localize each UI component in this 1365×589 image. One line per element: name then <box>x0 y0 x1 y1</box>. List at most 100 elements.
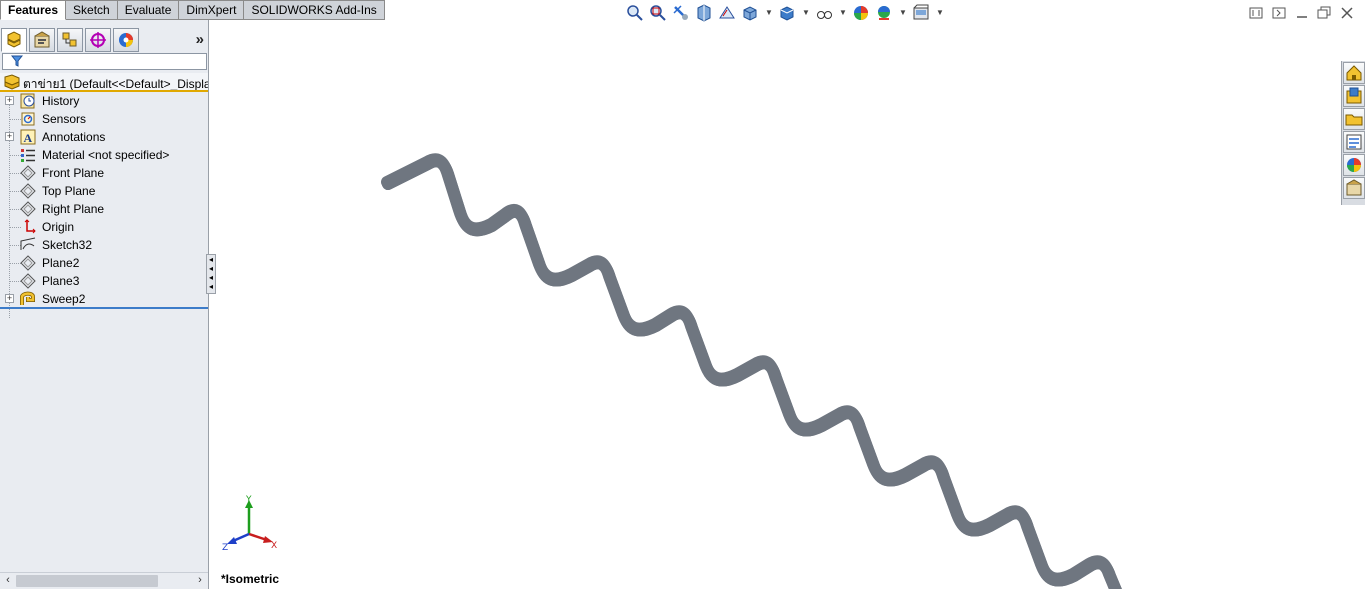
reference-triad: Y X Z <box>222 495 277 553</box>
minimize-icon[interactable] <box>1295 6 1309 20</box>
tree-item-front-plane[interactable]: Front Plane <box>0 164 208 182</box>
triad-y-label: Y <box>245 495 252 505</box>
svg-text:A: A <box>24 131 33 145</box>
more-tabs-icon[interactable]: » <box>196 31 204 48</box>
panel-tabs: » <box>0 28 208 52</box>
graphics-area[interactable] <box>210 20 1341 589</box>
dimxpertmanager-icon[interactable] <box>85 28 111 52</box>
tree-item-label: Front Plane <box>42 166 105 180</box>
tree-item-label: Annotations <box>42 130 106 144</box>
triad-z-label: Z <box>222 543 228 553</box>
scroll-right-icon[interactable]: › <box>193 573 207 589</box>
tree-item-plane3[interactable]: Plane3 <box>0 272 208 290</box>
restore-icon[interactable] <box>1317 6 1331 20</box>
zoom-to-area-icon[interactable] <box>649 4 667 22</box>
chevron-down-icon[interactable]: ▼ <box>899 8 907 17</box>
sweep-icon <box>20 291 35 305</box>
tab-dimxpert[interactable]: DimXpert <box>179 0 245 20</box>
view-settings-icon[interactable] <box>912 4 930 22</box>
feature-filter-input[interactable] <box>2 53 207 70</box>
tree-item-label: Sketch32 <box>42 238 93 252</box>
expand-icon[interactable]: + <box>5 294 14 303</box>
tree-item-origin[interactable]: Origin <box>0 218 208 236</box>
plane-icon <box>20 183 36 199</box>
custom-properties-icon[interactable] <box>1343 177 1365 199</box>
scroll-left-icon[interactable]: ‹ <box>1 573 15 589</box>
view-orientation-label: *Isometric <box>221 572 280 586</box>
file-explorer-icon[interactable] <box>1343 108 1365 130</box>
view-orientation-icon[interactable] <box>741 4 759 22</box>
propertymanager-icon[interactable] <box>29 28 55 52</box>
sketch-icon <box>20 237 36 250</box>
plane-icon <box>20 201 36 217</box>
tree-item-label: Plane3 <box>42 274 80 288</box>
triad-x-label: X <box>271 541 277 551</box>
tree-item-label: Right Plane <box>42 202 105 216</box>
section-view-icon[interactable] <box>695 4 713 22</box>
swept-wire-model[interactable] <box>387 159 1120 589</box>
part-icon <box>4 74 20 90</box>
chevron-down-icon[interactable]: ▼ <box>802 8 810 17</box>
tile-vertical-icon[interactable] <box>1272 6 1286 20</box>
tree-item-top-plane[interactable]: Top Plane <box>0 182 208 200</box>
design-library-icon[interactable] <box>1343 85 1365 107</box>
annotations-icon: A <box>20 129 36 145</box>
feature-tree: + History Sensors + A Annotations Materi… <box>0 92 208 308</box>
tab-solidworks-add-ins[interactable]: SOLIDWORKS Add-Ins <box>244 0 385 20</box>
material-icon <box>21 149 35 162</box>
part-root-label: ตาข่าย1 (Default<<Default>_Display State… <box>23 77 208 91</box>
tree-item-sweep2[interactable]: + Sweep2 <box>0 290 208 308</box>
sensors-icon <box>21 112 35 126</box>
edit-appearance-icon[interactable] <box>852 4 870 22</box>
tree-item-label: Origin <box>42 220 75 234</box>
displaymanager-icon[interactable] <box>113 28 139 52</box>
previous-view-icon[interactable] <box>672 4 690 22</box>
filter-icon <box>11 55 23 67</box>
expand-icon[interactable]: + <box>5 132 14 141</box>
task-pane <box>1341 61 1365 205</box>
tile-horizontal-icon[interactable] <box>1249 6 1263 20</box>
tab-sketch[interactable]: Sketch <box>66 0 118 20</box>
tree-item-right-plane[interactable]: Right Plane <box>0 200 208 218</box>
chevron-down-icon[interactable]: ▼ <box>936 8 944 17</box>
feature-manager-panel: » ตาข่าย1 (Default<<Default>_Display Sta… <box>0 20 209 589</box>
plane-icon <box>20 165 36 181</box>
tree-item-label: History <box>42 94 80 108</box>
history-icon <box>20 93 35 109</box>
tree-item-label: Plane2 <box>42 256 80 270</box>
configurationmanager-icon[interactable] <box>57 28 83 52</box>
tree-item-label: Top Plane <box>42 184 96 198</box>
chevron-down-icon[interactable]: ▼ <box>839 8 847 17</box>
apply-scene-icon[interactable] <box>875 4 893 22</box>
dynamic-annotation-icon[interactable] <box>718 4 736 22</box>
close-icon[interactable] <box>1340 6 1354 20</box>
tree-item-sensors[interactable]: Sensors <box>0 110 208 128</box>
tab-features[interactable]: Features <box>0 0 67 20</box>
tree-item-history[interactable]: + History <box>0 92 208 110</box>
tree-item-annotations[interactable]: + A Annotations <box>0 128 208 146</box>
command-manager-tabs: Features Sketch Evaluate DimXpert SOLIDW… <box>0 0 385 20</box>
zoom-to-fit-icon[interactable] <box>626 4 644 22</box>
origin-icon <box>24 219 36 234</box>
tree-item-label: Sensors <box>42 112 87 126</box>
tree-item-label: Material <not specified> <box>42 148 170 162</box>
rollback-bar[interactable] <box>0 307 208 309</box>
chevron-down-icon[interactable]: ▼ <box>765 8 773 17</box>
solidworks-resources-icon[interactable] <box>1343 62 1365 84</box>
featuremanager-icon[interactable] <box>1 28 27 52</box>
view-palette-icon[interactable] <box>1343 131 1365 153</box>
expand-icon[interactable]: + <box>5 96 14 105</box>
panel-horizontal-scrollbar[interactable]: ‹ › <box>0 572 208 588</box>
tree-item-plane2[interactable]: Plane2 <box>0 254 208 272</box>
scroll-thumb[interactable] <box>16 575 158 587</box>
tree-item-label: Sweep2 <box>42 292 86 306</box>
tree-item-sketch32[interactable]: Sketch32 <box>0 236 208 254</box>
display-style-icon[interactable] <box>778 4 796 22</box>
plane-icon <box>20 255 36 271</box>
hide-show-items-icon[interactable] <box>815 4 833 22</box>
part-root-node[interactable]: ตาข่าย1 (Default<<Default>_Display State… <box>0 73 208 92</box>
tab-evaluate[interactable]: Evaluate <box>117 0 180 20</box>
appearances-scenes-icon[interactable] <box>1343 154 1365 176</box>
tree-item-material[interactable]: Material <not specified> <box>0 146 208 164</box>
plane-icon <box>20 273 36 289</box>
